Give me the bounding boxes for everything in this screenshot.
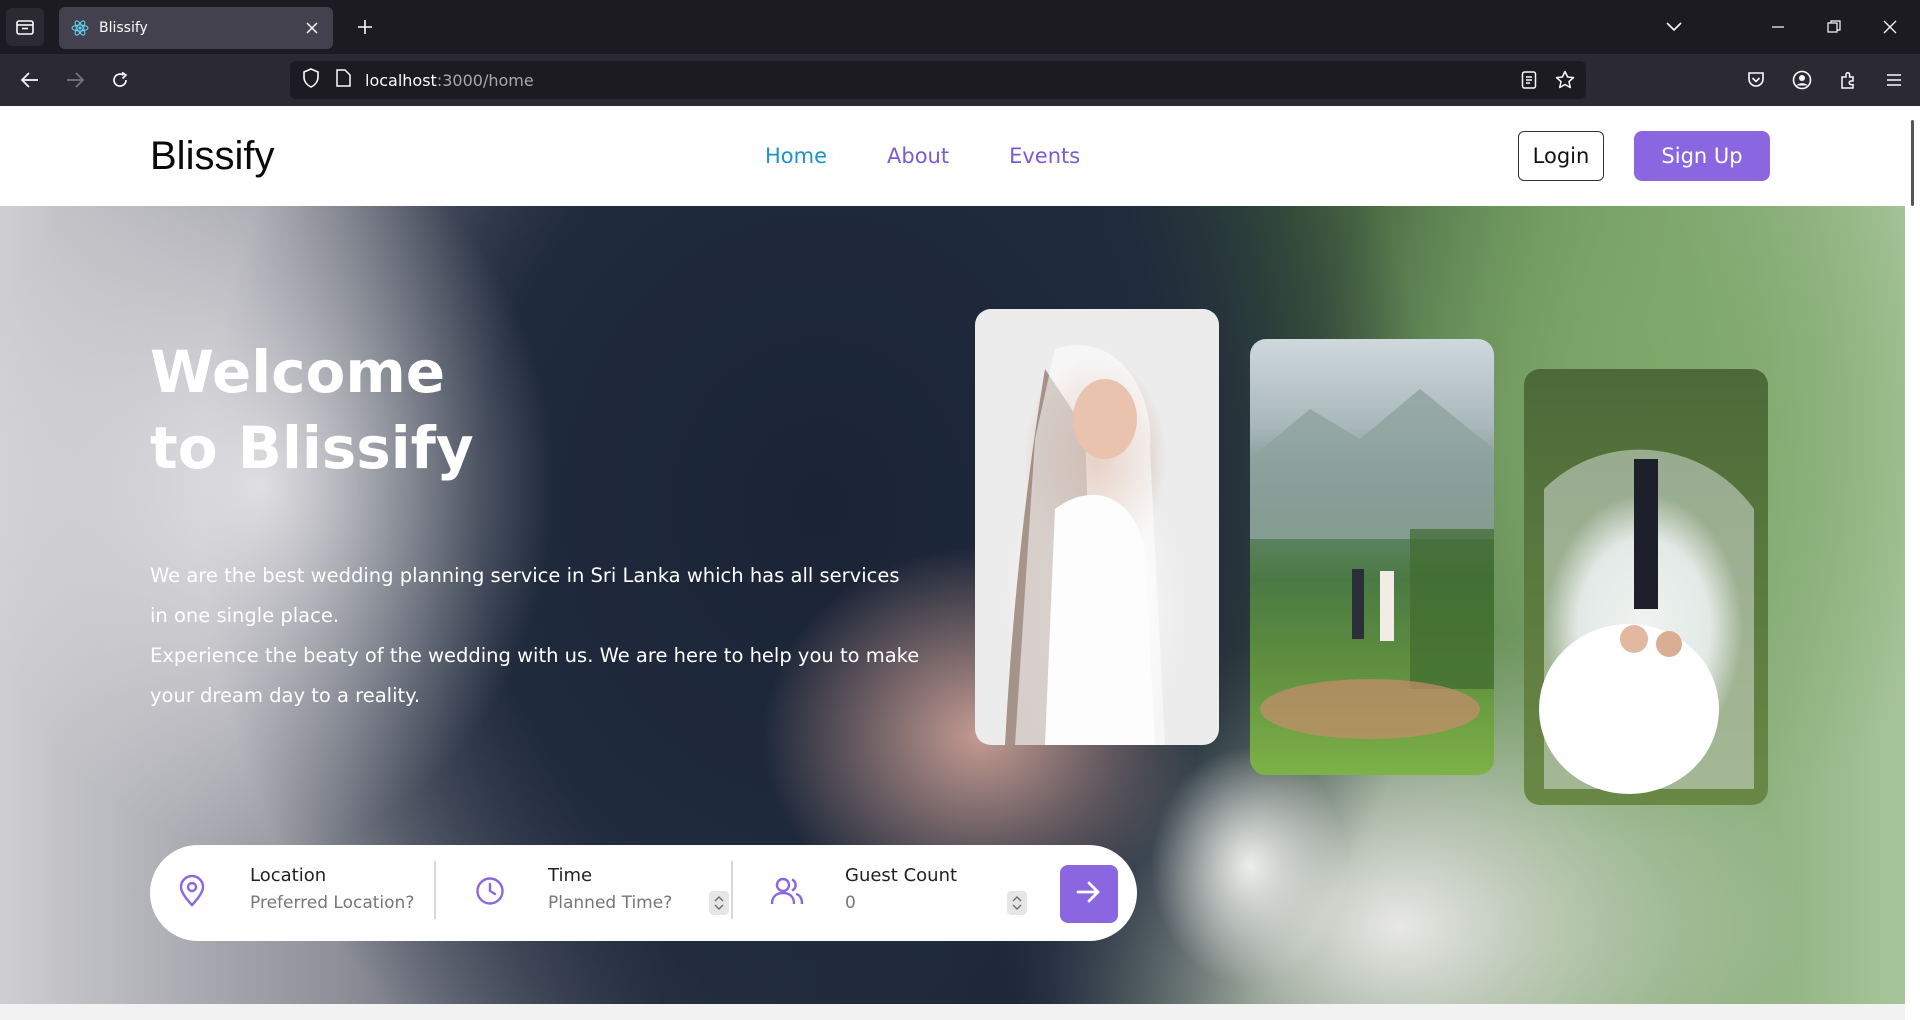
location-input[interactable]: Preferred Location? (250, 893, 414, 913)
restore-icon[interactable] (1816, 10, 1852, 44)
location-label: Location (250, 865, 327, 886)
url-text: localhost:3000/home (365, 70, 534, 90)
account-icon[interactable] (1784, 62, 1820, 98)
site-logo[interactable]: Blissify (150, 134, 274, 179)
site-header: Blissify Home About Events Login Sign Up (0, 106, 1905, 206)
bookmark-star-icon[interactable] (1550, 65, 1580, 95)
hero-title: Welcome to Blissify (150, 334, 474, 486)
location-pin-icon (174, 873, 210, 909)
page-icon (336, 68, 351, 92)
tab-title: Blissify (99, 20, 148, 36)
time-field[interactable]: Time Planned Time? (472, 855, 752, 931)
react-icon (71, 19, 89, 37)
login-button[interactable]: Login (1518, 131, 1604, 181)
hero-background-flowers (1150, 746, 1350, 986)
field-divider (731, 861, 733, 919)
time-input[interactable]: Planned Time? (548, 893, 672, 913)
signup-button[interactable]: Sign Up (1634, 131, 1770, 181)
hero-title-line1: Welcome (150, 338, 446, 406)
back-icon[interactable] (12, 62, 48, 98)
arrow-right-icon (1076, 880, 1102, 909)
hero-section: Welcome to Blissify We are the best wedd… (0, 206, 1905, 1004)
scrollbar-thumb[interactable] (1911, 120, 1914, 206)
page-scrollbar[interactable] (1905, 106, 1920, 1020)
hero-description: We are the best wedding planning service… (150, 556, 920, 716)
close-window-icon[interactable] (1872, 10, 1908, 44)
browser-toolbar: localhost:3000/home (0, 54, 1920, 106)
field-divider (434, 861, 436, 919)
outdoor-ceremony-photo (1250, 339, 1494, 775)
shield-icon[interactable] (302, 67, 320, 93)
next-section-edge (0, 1004, 1905, 1020)
reload-icon[interactable] (102, 62, 138, 98)
bride-photo (975, 309, 1219, 745)
minimize-icon[interactable] (1760, 10, 1796, 44)
couple-lying-photo (1524, 369, 1768, 805)
chevron-down-icon[interactable] (1656, 10, 1692, 44)
event-search-bar: Location Preferred Location? Time Planne… (150, 845, 1137, 941)
main-nav: Home About Events (765, 144, 1080, 168)
tab-list-icon[interactable] (6, 8, 44, 46)
guest-count-label: Guest Count (845, 865, 958, 886)
guest-count-field[interactable]: Guest Count 0 (769, 855, 1049, 931)
time-spinner-icon[interactable] (709, 891, 729, 915)
clock-icon (472, 873, 508, 909)
nav-about[interactable]: About (887, 144, 949, 168)
guest-count-spinner-icon[interactable] (1007, 891, 1027, 915)
menu-icon[interactable] (1876, 62, 1912, 98)
search-submit-button[interactable] (1060, 865, 1118, 923)
new-tab-icon[interactable] (350, 12, 380, 42)
reader-view-icon[interactable] (1514, 65, 1544, 95)
browser-tab[interactable]: Blissify (59, 7, 333, 49)
hero-description-line2: Experience the beaty of the wedding with… (150, 644, 920, 707)
browser-tab-bar: Blissify (0, 0, 1920, 54)
extensions-icon[interactable] (1830, 62, 1866, 98)
close-tab-icon[interactable] (303, 19, 321, 37)
hero-title-line2: to Blissify (150, 414, 474, 482)
time-label: Time (548, 865, 593, 886)
nav-events[interactable]: Events (1009, 144, 1080, 168)
location-field[interactable]: Location Preferred Location? (174, 855, 454, 931)
guest-count-input[interactable]: 0 (845, 893, 856, 913)
web-page: Blissify Home About Events Login Sign Up… (0, 106, 1920, 1020)
users-icon (769, 873, 805, 909)
forward-icon[interactable] (57, 62, 93, 98)
address-bar[interactable]: localhost:3000/home (290, 61, 1586, 99)
hero-description-line1: We are the best wedding planning service… (150, 564, 900, 627)
pocket-icon[interactable] (1738, 62, 1774, 98)
nav-home[interactable]: Home (765, 144, 827, 168)
